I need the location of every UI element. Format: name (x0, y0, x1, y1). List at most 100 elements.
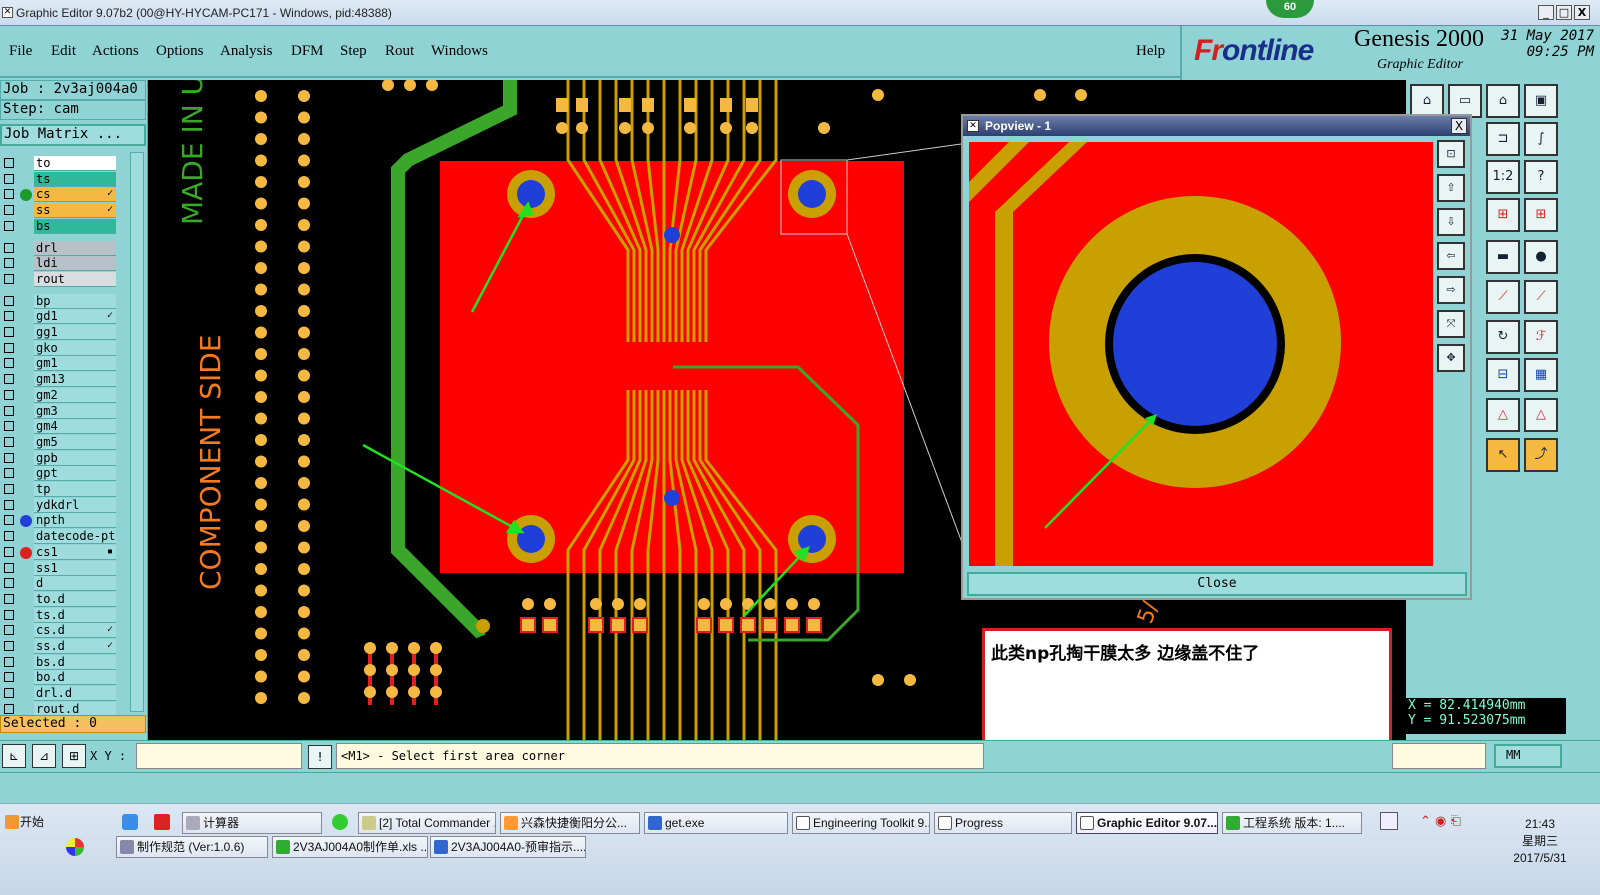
menu-step[interactable]: Step (340, 43, 367, 60)
layer-name[interactable]: gpb (34, 450, 116, 466)
rotate-icon[interactable]: ↻ (1486, 320, 1520, 354)
layer-name[interactable]: ss1 (34, 560, 116, 576)
popview-tool-icon[interactable]: ⊡ (1437, 140, 1465, 168)
layer-checkbox[interactable] (4, 405, 14, 416)
layer-name[interactable]: ts (34, 171, 116, 187)
layer-name[interactable]: bs (34, 218, 116, 234)
layer-row[interactable]: cs.d ✓ (0, 623, 118, 639)
layer-checkbox[interactable] (4, 173, 14, 184)
dot-icon[interactable]: ● (1524, 240, 1558, 274)
layer-checkbox[interactable] (4, 672, 14, 683)
popview-tool-icon[interactable]: ⇦ (1437, 242, 1465, 270)
layer-checkbox[interactable] (4, 273, 14, 284)
s-shape-icon[interactable]: ∫ (1524, 122, 1558, 156)
snap-red-icon[interactable]: ⊞ (1486, 198, 1520, 232)
layer-row[interactable]: gm2 (0, 387, 118, 403)
job-matrix-button[interactable]: Job Matrix ... (0, 124, 146, 146)
menu-windows[interactable]: Windows (431, 43, 488, 60)
layer-name[interactable]: gm5 (34, 434, 116, 450)
help-icon[interactable]: ? (1524, 160, 1558, 194)
layer-row[interactable]: gd1 ✓ (0, 309, 118, 325)
ruler-icon[interactable]: ▬ (1486, 240, 1520, 274)
layer-name[interactable]: bs.d (34, 654, 116, 670)
layer-name[interactable]: gd1 ✓ (34, 309, 116, 325)
layer-name[interactable]: ss ✓ (34, 203, 116, 219)
layer-name[interactable]: rout (34, 271, 116, 287)
layer-name[interactable]: gm13 (34, 372, 116, 388)
triangle2-icon[interactable]: △ (1524, 398, 1558, 432)
layer-checkbox[interactable] (4, 342, 14, 353)
task-engineering-system[interactable]: 工程系统 版本: 1.... (1222, 812, 1362, 834)
layer-checkbox[interactable] (4, 609, 14, 620)
layer-row[interactable]: ts.d (0, 607, 118, 623)
triangle-icon[interactable]: △ (1486, 398, 1520, 432)
menu-dfm[interactable]: DFM (291, 43, 324, 60)
layer-row[interactable]: ldi (0, 256, 118, 272)
layer-row[interactable]: gm4 (0, 419, 118, 435)
close-window-button[interactable]: X (1574, 5, 1590, 20)
menu-actions[interactable]: Actions (92, 43, 139, 60)
menu-options[interactable]: Options (156, 43, 204, 60)
popview-close-button[interactable]: Close (967, 572, 1467, 596)
layer-row[interactable]: ss.d ✓ (0, 639, 118, 654)
layer-row[interactable]: gm1 (0, 356, 118, 372)
layer-checkbox[interactable] (4, 220, 14, 231)
menu-edit[interactable]: Edit (51, 43, 76, 60)
grid-icon[interactable]: ⊞ (62, 744, 86, 768)
layer-row[interactable]: bs (0, 218, 118, 234)
measure-icon[interactable]: ⊟ (1486, 358, 1520, 392)
layer-checkbox[interactable] (4, 242, 14, 253)
layer-row[interactable]: tp (0, 482, 118, 497)
layer-row[interactable]: gko (0, 340, 118, 356)
home-icon[interactable]: ⌂ (1410, 84, 1444, 118)
start-button[interactable]: 开始 (2, 812, 60, 834)
popview-close-x[interactable]: X (1451, 118, 1467, 134)
layer-name[interactable]: npth (34, 513, 116, 529)
unit-select[interactable]: MM (1494, 744, 1562, 768)
popview-tool-icon[interactable]: ⇧ (1437, 174, 1465, 202)
clock[interactable]: 21:43 星期三 2017/5/31 (1490, 816, 1590, 867)
quicklaunch-icon[interactable] (122, 814, 138, 830)
maximize-button[interactable]: □ (1556, 5, 1572, 20)
snap-red2-icon[interactable]: ⊞ (1524, 198, 1558, 232)
scale-1-2-icon[interactable]: 1:2 (1486, 160, 1520, 194)
task-calculator[interactable]: 计算器 (182, 812, 322, 834)
layer-checkbox[interactable] (4, 311, 14, 322)
pdf-icon[interactable] (154, 814, 170, 830)
layer-name[interactable]: cs ✓ (34, 187, 116, 203)
layer-scrollbar[interactable] (130, 152, 144, 712)
layer-checkbox[interactable] (4, 593, 14, 604)
menu-help[interactable]: Help (1136, 43, 1165, 60)
xy-input[interactable] (136, 743, 302, 769)
layer-row[interactable]: bo.d (0, 670, 118, 686)
task-spec[interactable]: 制作规范 (Ver:1.0.6) (116, 836, 268, 858)
layer-checkbox[interactable] (4, 258, 14, 269)
task-progress[interactable]: Progress (934, 812, 1072, 834)
minimize-button[interactable]: _ (1538, 5, 1554, 20)
layer-checkbox[interactable] (4, 374, 14, 385)
menu-rout[interactable]: Rout (385, 43, 414, 60)
layer-checkbox[interactable] (4, 625, 14, 636)
menu-file[interactable]: File (9, 43, 32, 60)
layer-checkbox[interactable] (4, 205, 14, 216)
layer-row[interactable]: ss1 (0, 560, 118, 576)
menu-analysis[interactable]: Analysis (220, 43, 273, 60)
layer-checkbox[interactable] (4, 389, 14, 400)
layer-checkbox[interactable] (4, 499, 14, 510)
layer-name[interactable]: cs1 ▪ (34, 544, 116, 560)
layer-row[interactable]: bp (0, 293, 118, 309)
snap-icon[interactable]: ⊾ (2, 744, 26, 768)
layer-row[interactable]: gm13 (0, 372, 118, 388)
pointer2-icon[interactable]: ⤴ (1524, 438, 1558, 472)
windows-icon[interactable] (66, 838, 84, 856)
layer-checkbox[interactable] (4, 562, 14, 573)
task-xingsen[interactable]: 兴森快捷衡阳分公... (500, 812, 640, 834)
layer-checkbox[interactable] (4, 295, 14, 306)
layer-checkbox[interactable] (4, 436, 14, 447)
layer-checkbox[interactable] (4, 421, 14, 432)
layer-row[interactable]: gpb (0, 450, 118, 466)
layer-row[interactable]: gm5 (0, 434, 118, 450)
window-icon[interactable]: ▣ (1524, 84, 1558, 118)
layer-row[interactable]: rout (0, 271, 118, 287)
task-total-commander[interactable]: [2] Total Commander ... (358, 812, 496, 834)
